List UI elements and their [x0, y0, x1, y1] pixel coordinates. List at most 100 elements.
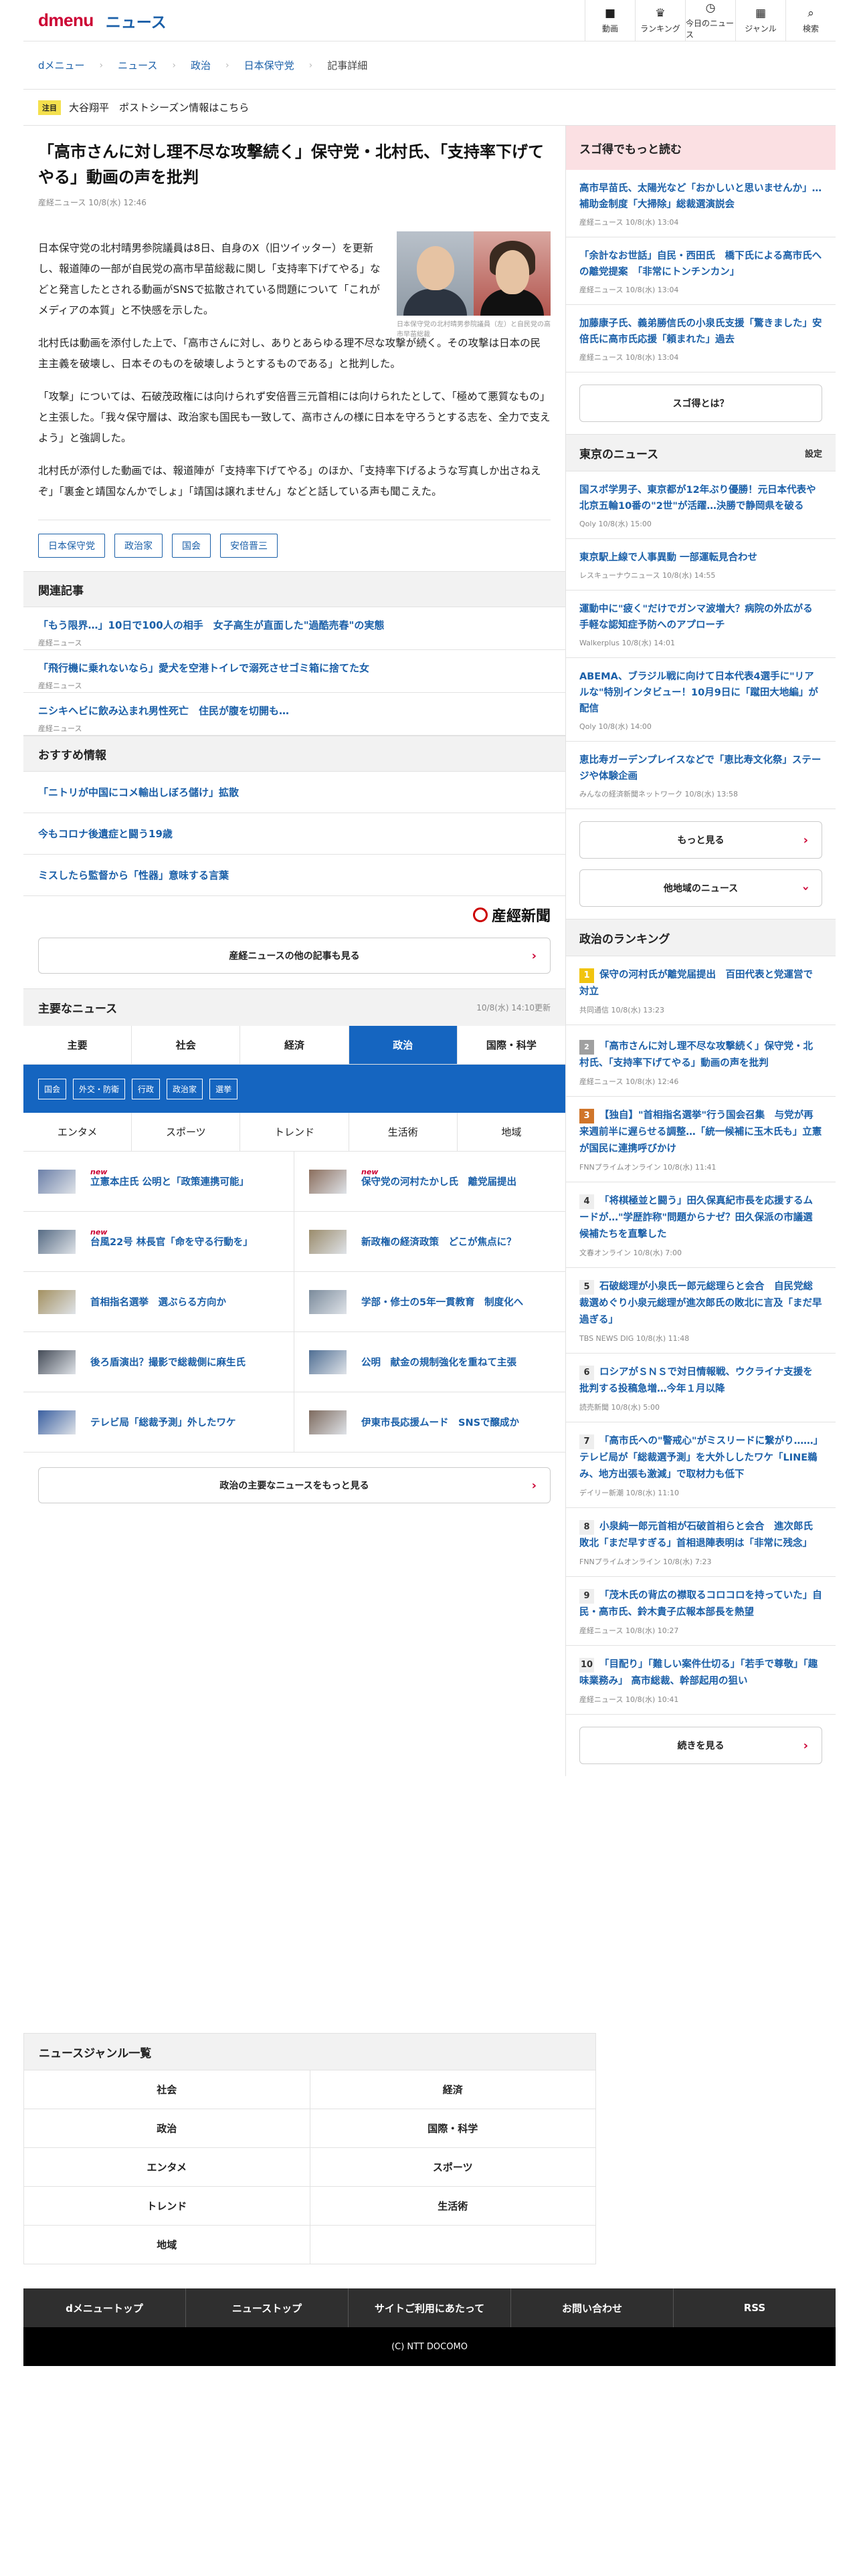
header-nav-item[interactable]: ▦ ジャンル — [735, 0, 785, 41]
breadcrumb-item[interactable]: ニュース — [118, 58, 157, 72]
major-news-title[interactable]: 立憲本庄氏 公明と「政策連携可能」 — [90, 1174, 249, 1188]
ranking-title-text[interactable]: 「茂木氏の背広の襟取るコロコロを持っていた」自民・高市氏、鈴木貴子広報本部長を熱… — [579, 1590, 822, 1618]
subtab[interactable]: 国会 — [38, 1078, 67, 1099]
ranking-title[interactable]: 6 ロシアがＳＮＳで対日情報戦、ウクライナ支援を批判する投稿急増…今年１月以降 — [579, 1364, 822, 1398]
ranking-item[interactable]: 2 「高市さんに対し理不尽な攻撃続く」保守党・北村氏、「支持率下げてやる」動画の声… — [566, 1025, 836, 1097]
ranking-title[interactable]: 8 小泉純一郎元首相が石破首相らと会合 進次郎氏敗北「まだ早すぎる」首相退陣表明は… — [579, 1519, 822, 1552]
subtab[interactable]: 政治家 — [167, 1078, 203, 1099]
sugotoku-item[interactable]: 加藤康子氏、義弟勝信氏の小泉氏支援「驚きました」安倍氏に高市氏応援「頼まれた」過… — [566, 305, 836, 372]
ranking-title-text[interactable]: 「目配り」「難しい案件仕切る」「若手で尊敬」「趣味業務み」 高市総裁、幹部起用の… — [579, 1659, 818, 1687]
news-logo[interactable]: ニュース — [106, 9, 167, 32]
genre-item[interactable]: エンタメ — [24, 2148, 310, 2187]
ranking-item[interactable]: 6 ロシアがＳＮＳで対日情報戦、ウクライナ支援を批判する投稿急増…今年１月以降 読売… — [566, 1354, 836, 1422]
footer-link[interactable]: dメニュートップ — [23, 2288, 186, 2327]
ranking-item[interactable]: 4 「将棋極並と闘う」田久保真紀市長を応援するムードが…"学歴詐称"問題からナゼ？… — [566, 1182, 836, 1268]
related-title[interactable]: ニシキヘビに飲み込まれ男性死亡 住民が腹を切開も… — [38, 704, 551, 718]
tab-4[interactable]: 国際・科学 — [458, 1026, 565, 1064]
tokyo-news-item[interactable]: 運動中に"疲く"だけでガンマ波増大？病院の外広がる手軽な認知症予防へのアプローチ… — [566, 591, 836, 658]
other-region-button[interactable]: 他地域のニュース › — [579, 869, 822, 907]
politics-more-button[interactable]: 政治の主要なニュースをもっと見る › — [38, 1467, 551, 1503]
related-title[interactable]: 「飛行機に乗れないなら」愛犬を空港トイレで溺死させゴミ箱に捨てた女 — [38, 661, 551, 675]
recommend-item[interactable]: ミスしたら監督から「性器」意味する言葉 — [23, 855, 565, 896]
tab-genre[interactable]: 生活術 — [349, 1113, 458, 1151]
ranking-item[interactable]: 5 石破総理が小泉氏ー郎元総理らと会合 自民党総裁選めぐり小泉元総理が進次郎氏の敗… — [566, 1268, 836, 1354]
tokyo-news-title[interactable]: 東京駅上線で人事異動 一部運転見合わせ — [579, 550, 822, 566]
related-item[interactable]: ニシキヘビに飲み込まれ男性死亡 住民が腹を切開も… 産経ニュース — [23, 693, 565, 736]
article-tag[interactable]: 政治家 — [114, 534, 163, 558]
footer-link[interactable]: ニューストップ — [186, 2288, 349, 2327]
major-news-item[interactable]: new 保守党の河村たかし氏 離党届提出 — [294, 1152, 565, 1212]
sugotoku-about-button[interactable]: スゴ得とは？ — [579, 385, 822, 422]
ranking-title[interactable]: 10 「目配り」「難しい案件仕切る」「若手で尊敬」「趣味業務み」 高市総裁、幹部起… — [579, 1656, 822, 1690]
ranking-item[interactable]: 3 【独自】"首相指名選挙"行う国会召集 与党が再来週前半に遅らせる調整…「統一候… — [566, 1097, 836, 1182]
tokyo-news-item[interactable]: 東京駅上線で人事異動 一部運転見合わせ レスキューナウニュース 10/8(水) 1… — [566, 539, 836, 591]
header-nav-item[interactable]: ⌕ 検索 — [785, 0, 836, 41]
major-news-title[interactable]: 後ろ盾演出？撮影で総裁側に麻生氏 — [90, 1355, 246, 1369]
footer-link[interactable]: お問い合わせ — [511, 2288, 674, 2327]
major-news-title[interactable]: 新政権の経済政策 どこが焦点に？ — [361, 1235, 516, 1249]
sugotoku-title[interactable]: 加藤康子氏、義弟勝信氏の小泉氏支援「驚きました」安倍氏に高市氏応援「頼まれた」過… — [579, 316, 822, 348]
tokyo-more-button[interactable]: もっと見る › — [579, 821, 822, 859]
footer-link[interactable]: サイトご利用にあたって — [349, 2288, 511, 2327]
sugotoku-title[interactable]: 「余計なお世話」自民・西田氏 橋下氏による高市氏への離党提案 「非常にトンチンカ… — [579, 248, 822, 280]
article-tag[interactable]: 国会 — [172, 534, 211, 558]
tokyo-news-title[interactable]: 運動中に"疲く"だけでガンマ波増大？病院の外広がる手軽な認知症予防へのアプローチ — [579, 601, 822, 633]
genre-item[interactable]: 社会 — [24, 2070, 310, 2109]
ranking-item[interactable]: 8 小泉純一郎元首相が石破首相らと会合 進次郎氏敗北「まだ早すぎる」首相退陣表明は… — [566, 1508, 836, 1577]
genre-item[interactable]: 地域 — [24, 2226, 310, 2264]
sugotoku-item[interactable]: 高市早苗氏、太陽光など「おかしいと思いませんか」…補助金制度「大掃除」総裁選演説… — [566, 170, 836, 237]
ranking-title-text[interactable]: 石破総理が小泉氏ー郎元総理らと会合 自民党総裁選めぐり小泉元総理が進次郎氏の敗北… — [579, 1281, 822, 1325]
major-news-item[interactable]: 首相指名選挙 選ぶらる方向か — [23, 1272, 294, 1332]
ranking-title-text[interactable]: 「将棋極並と闘う」田久保真紀市長を応援するムードが…"学歴詐称"問題からナゼ？田… — [579, 1196, 813, 1240]
ranking-item[interactable]: 10 「目配り」「難しい案件仕切る」「若手で尊敬」「趣味業務み」 高市総裁、幹部起… — [566, 1646, 836, 1715]
recommend-item[interactable]: 今もコロナ後遺症と闘う19歳 — [23, 813, 565, 855]
sankei-more-button[interactable]: 産経ニュースの他の記事も見る › — [38, 938, 551, 974]
major-news-title[interactable]: テレビ局「総裁予測」外したワケ — [90, 1415, 236, 1429]
ranking-more-button[interactable]: 続きを見る › — [579, 1727, 822, 1764]
genre-item[interactable]: 国際・科学 — [310, 2109, 596, 2148]
ranking-title[interactable]: 5 石破総理が小泉氏ー郎元総理らと会合 自民党総裁選めぐり小泉元総理が進次郎氏の敗… — [579, 1279, 822, 1329]
ranking-title-text[interactable]: 「高市さんに対し理不尽な攻撃続く」保守党・北村氏、「支持率下げてやる」動画の声を… — [579, 1041, 813, 1069]
ranking-title[interactable]: 1 保守の河村氏が離党届提出 百田代表と党運営で対立 — [579, 967, 822, 1000]
subtab[interactable]: 選挙 — [209, 1078, 238, 1099]
major-news-title[interactable]: 学部・修士の5年一貫教育 制度化へ — [361, 1295, 523, 1309]
breadcrumb-item[interactable]: 日本保守党 — [244, 58, 294, 72]
breadcrumb-item[interactable]: dメニュー — [38, 58, 85, 72]
recommend-item[interactable]: 「ニトリが中国にコメ輸出しぼろ儲け」拡散 — [23, 772, 565, 813]
ranking-title-text[interactable]: 小泉純一郎元首相が石破首相らと会合 進次郎氏敗北「まだ早すぎる」首相退陣表明は「… — [579, 1521, 813, 1549]
breadcrumb-item[interactable]: 政治 — [191, 58, 211, 72]
header-nav-item[interactable]: ◷ 今日のニュース — [685, 0, 735, 41]
ranking-item[interactable]: 7 「高市氏への"警戒心"がミスリードに繋がり……」テレビ局が「総裁選予測」を大外… — [566, 1422, 836, 1508]
related-title[interactable]: 「もう限界…」10日で100人の相手 女子高生が直面した"過酷売春"の実態 — [38, 618, 551, 632]
major-news-item[interactable]: 伊東市長応援ムード SNSで醸成か — [294, 1392, 565, 1453]
genre-item[interactable]: 生活術 — [310, 2187, 596, 2226]
ranking-title[interactable]: 2 「高市さんに対し理不尽な攻撃続く」保守党・北村氏、「支持率下げてやる」動画の声… — [579, 1036, 822, 1072]
subtab[interactable]: 行政 — [132, 1078, 161, 1099]
ranking-title[interactable]: 7 「高市氏への"警戒心"がミスリードに繋がり……」テレビ局が「総裁選予測」を大外… — [579, 1433, 822, 1483]
dmenu-logo[interactable]: dmenu — [38, 10, 94, 31]
tab-1[interactable]: 社会 — [132, 1026, 241, 1064]
tokyo-news-title[interactable]: 国スポ学男子、東京都が12年ぶり優勝！元日本代表や北京五輪10番の"2世"が活躍… — [579, 482, 822, 514]
tokyo-setting-button[interactable]: 設定 — [805, 447, 822, 459]
tab-0[interactable]: 主要 — [23, 1026, 132, 1064]
sugotoku-item[interactable]: 「余計なお世話」自民・西田氏 橋下氏による高市氏への離党提案 「非常にトンチンカ… — [566, 237, 836, 305]
tokyo-news-item[interactable]: 恵比寿ガーデンプレイスなどで「恵比寿文化祭」ステージや体験企画 みんなの経済新聞ネ… — [566, 742, 836, 809]
major-news-title[interactable]: 公明 献金の規制強化を重ねて主張 — [361, 1355, 516, 1369]
major-news-item[interactable]: テレビ局「総裁予測」外したワケ — [23, 1392, 294, 1453]
ranking-item[interactable]: 1 保守の河村氏が離党届提出 百田代表と党運営で対立 共同通信 10/8(水) 13… — [566, 956, 836, 1025]
ranking-title-text[interactable]: 【独自】"首相指名選挙"行う国会召集 与党が再来週前半に遅らせる調整…「統一候補… — [579, 1110, 822, 1154]
genre-item[interactable]: 政治 — [24, 2109, 310, 2148]
tokyo-news-title[interactable]: 恵比寿ガーデンプレイスなどで「恵比寿文化祭」ステージや体験企画 — [579, 752, 822, 784]
ranking-title-text[interactable]: ロシアがＳＮＳで対日情報戦、ウクライナ支援を批判する投稿急増…今年１月以降 — [579, 1367, 813, 1394]
tokyo-news-title[interactable]: ABEMA、ブラジル戦に向けて日本代表4選手に"リアルな"特別インタビュー！10… — [579, 669, 822, 717]
major-news-title[interactable]: 首相指名選挙 選ぶらる方向か — [90, 1295, 226, 1309]
logo[interactable]: dmenu ニュース — [23, 9, 167, 32]
tab-genre[interactable]: トレンド — [240, 1113, 349, 1151]
subtab[interactable]: 外交・防衛 — [73, 1078, 126, 1099]
header-nav-item[interactable]: ♛ ランキング — [635, 0, 685, 41]
tokyo-news-item[interactable]: ABEMA、ブラジル戦に向けて日本代表4選手に"リアルな"特別インタビュー！10… — [566, 658, 836, 742]
tab-genre[interactable]: スポーツ — [132, 1113, 241, 1151]
major-news-title[interactable]: 台風22号 林長官「命を守る行動を」 — [90, 1235, 253, 1249]
footer-link[interactable]: RSS — [674, 2288, 836, 2327]
tab-genre[interactable]: 地域 — [458, 1113, 565, 1151]
